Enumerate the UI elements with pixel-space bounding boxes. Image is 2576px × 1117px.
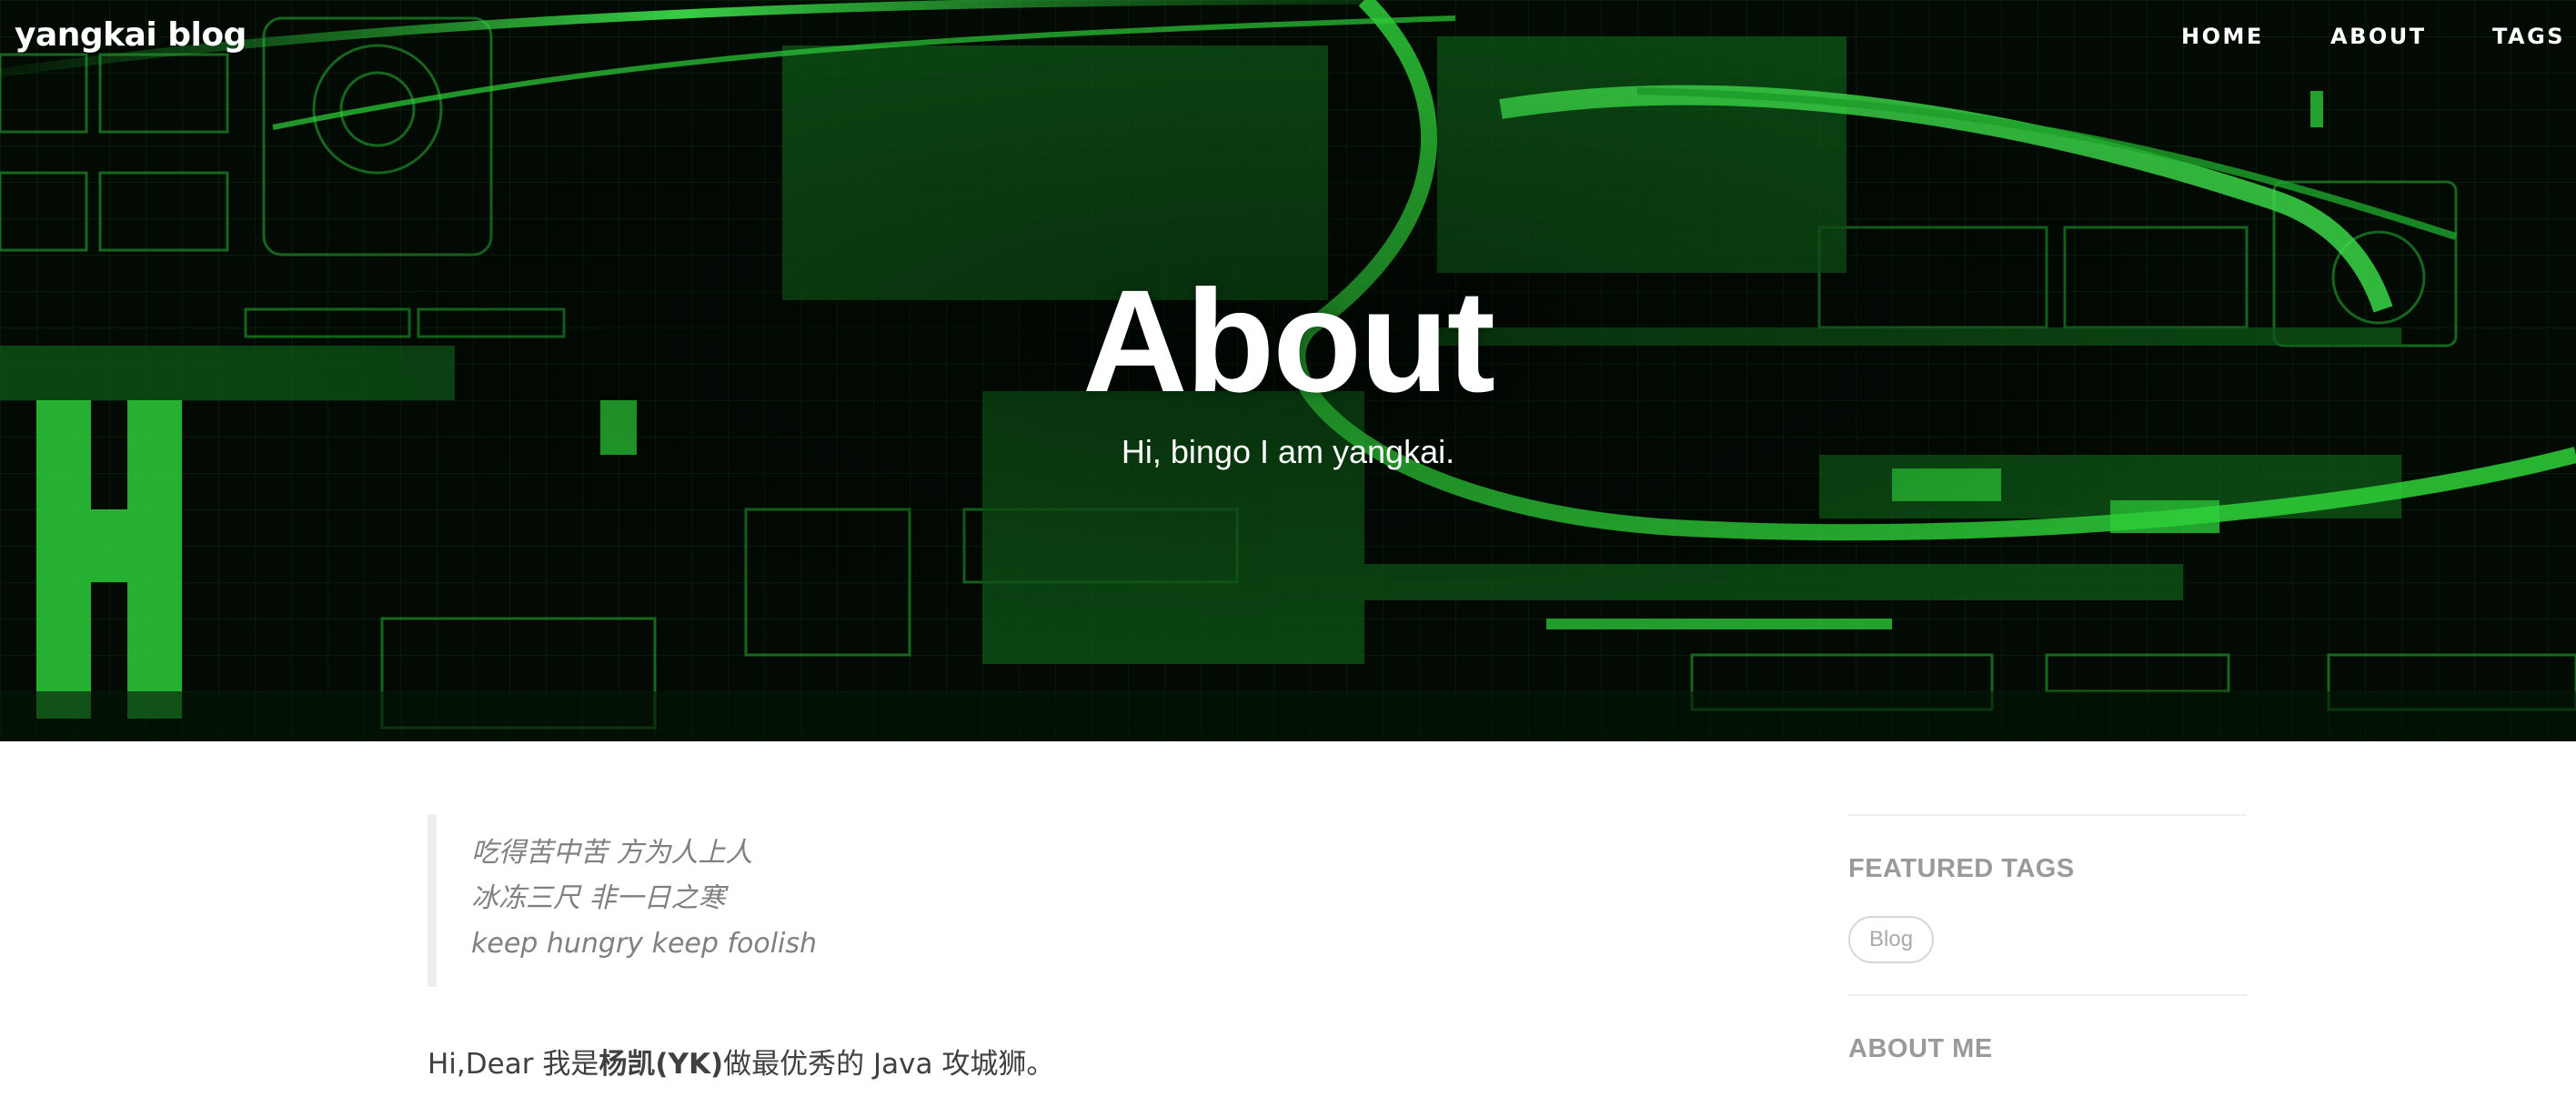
site-brand-link[interactable]: yangkai blog xyxy=(15,16,247,54)
sidebar-divider xyxy=(1848,814,2247,816)
quote-line: 冰冻三尺 非一日之寒 xyxy=(471,882,726,914)
quote-line: keep hungry keep foolish xyxy=(471,928,818,960)
tag-list: Blog xyxy=(1848,916,2247,963)
blockquote: 吃得苦中苦 方为人上人 冰冻三尺 非一日之寒 keep hungry keep … xyxy=(428,814,1701,987)
quote-line: 吃得苦中苦 方为人上人 xyxy=(471,837,753,869)
sidebar: FEATURED TAGS Blog ABOUT ME xyxy=(1848,814,2247,1065)
nav-tags-link[interactable]: TAGS xyxy=(2492,24,2565,49)
intro-text-prefix: Hi,Dear 我是 xyxy=(428,1048,599,1081)
nav-about-link[interactable]: ABOUT xyxy=(2330,24,2427,49)
nav-home-link[interactable]: HOME xyxy=(2181,24,2264,49)
main-content: 吃得苦中苦 方为人上人 冰冻三尺 非一日之寒 keep hungry keep … xyxy=(0,741,2576,1117)
top-navbar: yangkai blog HOME ABOUT TAGS xyxy=(0,0,2576,76)
page-title: About xyxy=(1082,259,1495,422)
intro-paragraph: Hi,Dear 我是杨凯(YK)做最优秀的 Java 攻城狮。 xyxy=(428,1044,1701,1084)
hero-header: yangkai blog HOME ABOUT TAGS About Hi, b… xyxy=(0,0,2576,741)
about-me-heading: ABOUT ME xyxy=(1848,1034,1993,1063)
featured-tags-heading: FEATURED TAGS xyxy=(1848,854,2075,883)
intro-text-suffix: 做最优秀的 Java 攻城狮。 xyxy=(723,1048,1055,1081)
intro-author-name: 杨凯(YK) xyxy=(599,1048,724,1081)
tag-blog-link[interactable]: Blog xyxy=(1848,916,1935,963)
page-subtitle: Hi, bingo I am yangkai. xyxy=(1121,433,1455,470)
sidebar-divider xyxy=(1848,994,2247,996)
